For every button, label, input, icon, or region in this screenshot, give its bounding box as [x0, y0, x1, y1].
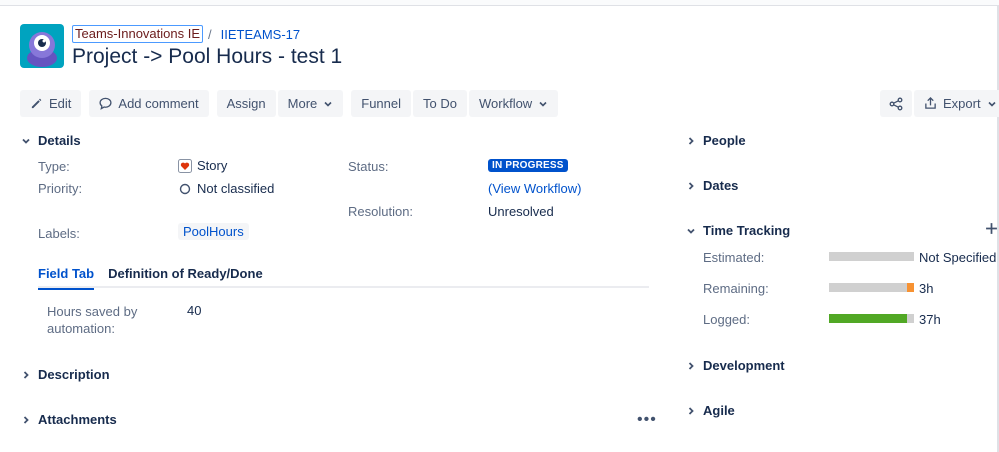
estimated-value: Not Specified [919, 250, 997, 265]
toolbar-right: Export [880, 90, 999, 117]
hours-saved-label-line1: Hours saved by [47, 304, 138, 319]
remaining-bar-fill [907, 283, 914, 292]
breadcrumb-project-link[interactable]: Teams-Innovations IE [72, 25, 204, 43]
description-section-toggle[interactable]: Description [20, 367, 110, 382]
circle-icon [179, 183, 191, 194]
export-button[interactable]: Export [914, 90, 999, 117]
top-border [0, 0, 999, 6]
hours-saved-label-line2: automation: [47, 321, 115, 336]
type-value-text: Story [197, 158, 228, 173]
export-icon [925, 97, 936, 109]
details-heading: Details [38, 133, 81, 148]
comment-icon [99, 97, 112, 110]
assign-label: Assign [226, 96, 266, 111]
status-badge[interactable]: IN PROGRESS [488, 159, 568, 172]
people-heading: People [703, 133, 746, 148]
dates-heading: Dates [703, 178, 739, 193]
todo-label: To Do [423, 96, 457, 111]
labels-value: PoolHours [178, 223, 249, 240]
view-workflow-link[interactable]: (View Workflow) [488, 181, 581, 196]
edit-button-label: Edit [49, 96, 72, 111]
export-label: Export [943, 96, 981, 111]
attachments-heading: Attachments [38, 412, 117, 427]
chevron-right-icon [23, 370, 29, 379]
time-tracking-section-toggle[interactable]: Time Tracking [685, 223, 790, 238]
chevron-down-icon [988, 101, 996, 107]
estimated-bar [829, 252, 914, 261]
monster-avatar-icon [27, 32, 57, 67]
pencil-icon [31, 98, 42, 109]
more-button[interactable]: More [277, 90, 344, 117]
status-label: Status: [348, 159, 389, 174]
time-tracking-heading: Time Tracking [703, 223, 791, 238]
chevron-right-icon [688, 181, 694, 190]
agile-section-toggle[interactable]: Agile [685, 403, 735, 418]
label-chip[interactable]: PoolHours [178, 223, 249, 240]
attachments-section-toggle[interactable]: Attachments [20, 412, 117, 427]
more-options-icon[interactable]: ••• [637, 411, 657, 429]
chevron-right-icon [688, 361, 694, 370]
story-icon [178, 158, 192, 173]
funnel-label: Funnel [361, 96, 402, 111]
people-section-toggle[interactable]: People [685, 133, 746, 148]
share-icon [889, 97, 903, 110]
breadcrumb-issue-link[interactable]: IIETEAMS-17 [221, 27, 300, 42]
status-value: IN PROGRESS [488, 159, 568, 172]
chevron-down-icon [324, 101, 332, 107]
hours-saved-label: Hours saved by automation: [47, 303, 137, 337]
funnel-button[interactable]: Funnel [351, 90, 412, 117]
add-time-icon[interactable] [985, 222, 998, 238]
resolution-value: Unresolved [488, 204, 554, 219]
resolution-label: Resolution: [348, 204, 414, 219]
details-section-toggle[interactable]: Details [20, 133, 81, 148]
share-button[interactable] [880, 90, 912, 117]
description-heading: Description [38, 367, 110, 382]
workflow-label: Workflow [478, 96, 533, 111]
priority-value: Not classified [179, 181, 274, 196]
chevron-right-icon [23, 415, 29, 424]
development-heading: Development [703, 358, 785, 373]
agile-heading: Agile [703, 403, 735, 418]
dates-section-toggle[interactable]: Dates [685, 178, 738, 193]
logged-label: Logged: [703, 312, 750, 327]
breadcrumb-separator: / [208, 26, 212, 42]
labels-label: Labels: [38, 226, 80, 241]
estimated-label: Estimated: [703, 250, 765, 265]
issue-title[interactable]: Project -> Pool Hours - test 1 [72, 45, 342, 69]
add-comment-label: Add comment [118, 96, 199, 111]
add-comment-button[interactable]: Add comment [89, 90, 209, 117]
workflow-button[interactable]: Workflow [468, 90, 559, 117]
more-label: More [287, 96, 318, 111]
priority-value-text: Not classified [197, 181, 275, 196]
logged-bar-fill [829, 314, 907, 323]
tab-definition-of-ready[interactable]: Definition of Ready/Done [108, 265, 263, 288]
logged-bar [829, 314, 914, 323]
chevron-right-icon [688, 406, 694, 415]
assign-button[interactable]: Assign [216, 90, 276, 117]
edit-button[interactable]: Edit [20, 90, 82, 117]
chevron-down-icon [539, 101, 547, 107]
chevron-right-icon [688, 136, 694, 145]
chevron-down-icon [22, 138, 30, 144]
remaining-value: 3h [919, 281, 934, 296]
field-tabs: Field Tab Definition of Ready/Done [38, 265, 649, 290]
logged-value: 37h [919, 312, 941, 327]
breadcrumb: Teams-Innovations IE / IIETEAMS-17 [72, 25, 300, 43]
todo-button[interactable]: To Do [413, 90, 467, 117]
type-label: Type: [38, 159, 70, 174]
type-value: Story [178, 158, 227, 173]
tab-field-tab[interactable]: Field Tab [38, 265, 95, 290]
issue-toolbar: Edit Add comment Assign More Funnel To D… [20, 90, 560, 117]
remaining-label: Remaining: [703, 281, 769, 296]
project-avatar[interactable] [20, 24, 64, 68]
chevron-down-icon [687, 228, 695, 234]
remaining-bar [829, 283, 914, 292]
priority-label: Priority: [38, 181, 83, 196]
development-section-toggle[interactable]: Development [685, 358, 785, 373]
hours-saved-value: 40 [187, 303, 202, 318]
